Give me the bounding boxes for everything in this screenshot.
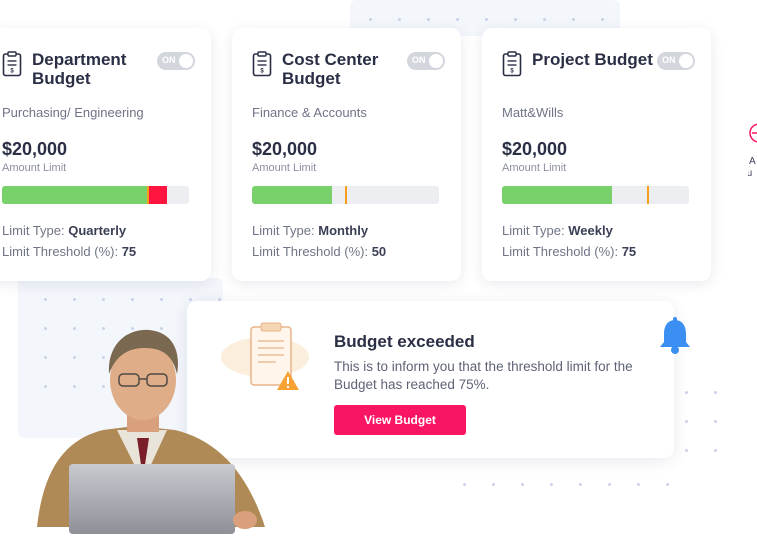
card-subtitle: Purchasing/ Engineering <box>2 105 144 120</box>
limit-threshold: Limit Threshold (%): 50 <box>252 244 386 259</box>
limit-threshold: Limit Threshold (%): 75 <box>2 244 136 259</box>
toggle-knob <box>679 54 693 68</box>
budget-progress-bar <box>252 186 439 204</box>
limit-type: Limit Type: Quarterly <box>2 223 126 238</box>
view-budget-button[interactable]: View Budget <box>334 405 466 435</box>
threshold-value: 50 <box>371 244 387 259</box>
card-header: $ Cost Center Budget ON <box>252 50 445 88</box>
budget-progress-bar <box>2 186 189 204</box>
limit-type-label: Limit Type: <box>2 223 65 238</box>
card-subtitle: Matt&Wills <box>502 105 564 120</box>
budget-toggle[interactable]: ON <box>657 52 695 70</box>
card-header: $ Project Budget ON <box>502 50 695 77</box>
threshold-marker <box>146 186 149 204</box>
toggle-label: ON <box>412 55 426 65</box>
background-dots-right <box>672 378 732 478</box>
limit-threshold: Limit Threshold (%): 75 <box>502 244 636 259</box>
toggle-label: ON <box>662 55 676 65</box>
add-circle-icon <box>749 123 757 143</box>
toggle-knob <box>429 54 443 68</box>
amount-label: Amount Limit <box>252 162 317 174</box>
limit-type-label: Limit Type: <box>252 223 315 238</box>
threshold-label: Limit Threshold (%): <box>502 244 619 259</box>
progress-fill <box>252 186 333 204</box>
budget-document-icon: $ <box>502 51 522 77</box>
amount-value: $20,000 <box>502 139 568 159</box>
threshold-label: Limit Threshold (%): <box>2 244 119 259</box>
budget-document-icon: $ <box>2 51 22 77</box>
limit-type-value: Weekly <box>568 223 613 238</box>
progress-over-threshold <box>147 186 167 204</box>
card-title: Project Budget <box>532 50 653 69</box>
limit-type-label: Limit Type: <box>502 223 565 238</box>
threshold-label: Limit Threshold (%): <box>252 244 369 259</box>
svg-text:$: $ <box>510 69 514 75</box>
card-title: Cost Center Budget <box>282 50 379 88</box>
amount-value: $20,000 <box>252 139 318 159</box>
person-with-laptop-image <box>37 329 265 534</box>
svg-text:$: $ <box>260 69 264 75</box>
card-subtitle: Finance & Accounts <box>252 105 367 120</box>
progress-fill <box>2 186 148 204</box>
side-stub-line-1: A <box>749 156 756 167</box>
threshold-value: 75 <box>121 244 137 259</box>
threshold-marker <box>344 186 347 204</box>
side-stub-line-2: Bu <box>748 168 753 179</box>
budget-toggle[interactable]: ON <box>407 52 445 70</box>
card-title: Department Budget <box>32 50 127 88</box>
amount-label: Amount Limit <box>502 162 567 174</box>
amount-label: Amount Limit <box>2 162 67 174</box>
budget-progress-bar <box>502 186 689 204</box>
budget-card-project: $ Project Budget ON Matt&Wills $20,000 Amount… <box>482 28 711 281</box>
bell-icon <box>660 317 690 354</box>
threshold-value: 75 <box>621 244 637 259</box>
toggle-label: ON <box>162 55 176 65</box>
limit-type-value: Quarterly <box>68 223 127 238</box>
budget-document-icon: $ <box>252 51 272 77</box>
budget-toggle[interactable]: ON <box>157 52 195 70</box>
amount-value: $20,000 <box>2 139 68 159</box>
side-budget-stub[interactable]: A Bu <box>748 122 757 182</box>
limit-type: Limit Type: Weekly <box>502 223 613 238</box>
toggle-knob <box>179 54 193 68</box>
budget-card-cost-center: $ Cost Center Budget ON Finance & Accounts $… <box>232 28 461 281</box>
budget-card-department: $ Department Budget ON Purchasing/ Engineer… <box>0 28 211 281</box>
threshold-marker <box>646 186 649 204</box>
limit-type: Limit Type: Monthly <box>252 223 368 238</box>
card-header: $ Department Budget ON <box>2 50 195 88</box>
limit-type-value: Monthly <box>318 223 369 238</box>
background-dots-bottom <box>450 470 690 488</box>
progress-fill <box>502 186 613 204</box>
notification-title: Budget exceeded <box>334 332 475 351</box>
notification-message: This is to inform you that the threshold… <box>334 359 633 392</box>
svg-text:$: $ <box>10 69 14 75</box>
